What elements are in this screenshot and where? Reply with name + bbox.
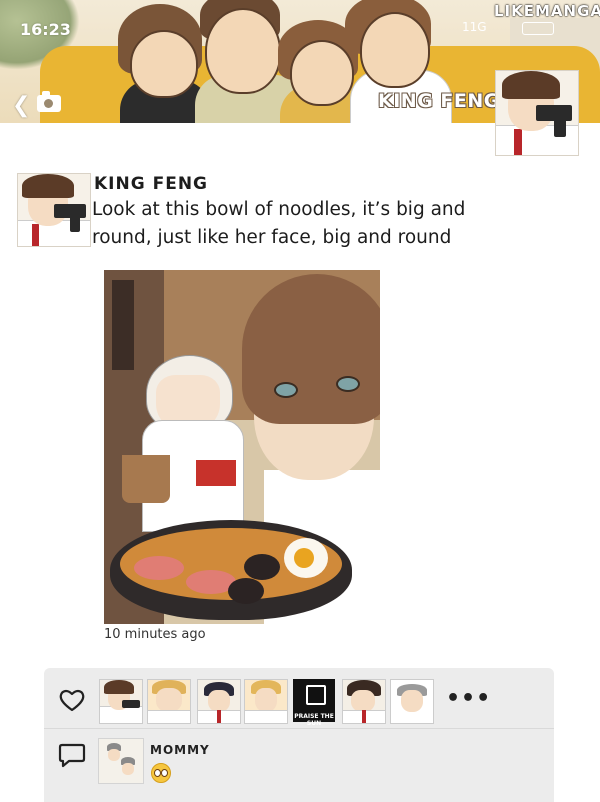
camera-icon[interactable] <box>37 91 61 112</box>
post-image[interactable] <box>104 270 380 624</box>
post-author-avatar[interactable] <box>17 173 91 247</box>
comment-author-name[interactable]: MOMMY <box>150 743 210 757</box>
like-avatar[interactable]: PRAISE THE SUN <box>293 679 335 727</box>
panel-divider <box>44 728 554 729</box>
like-avatar[interactable] <box>342 679 386 724</box>
post-timestamp: 10 minutes ago <box>104 627 206 642</box>
profile-name: KING FENG <box>378 90 500 112</box>
like-avatar[interactable] <box>390 679 434 724</box>
network-indicator: 11G <box>462 20 487 34</box>
like-avatar[interactable] <box>244 679 288 724</box>
flushed-face-emoji <box>151 763 171 783</box>
like-avatar[interactable] <box>99 679 143 724</box>
comment-author-avatar[interactable] <box>98 738 144 784</box>
praise-the-sun-label: PRAISE THE SUN <box>294 713 334 727</box>
battery-icon <box>522 22 554 35</box>
like-avatar[interactable] <box>197 679 241 724</box>
profile-avatar[interactable] <box>495 70 579 156</box>
status-time: 16:23 <box>20 20 71 39</box>
post-text: Look at this bowl of noodles, it’s big a… <box>92 199 466 248</box>
heart-icon[interactable] <box>58 688 86 712</box>
more-likes-button[interactable]: ••• <box>446 686 491 711</box>
like-avatar[interactable] <box>147 679 191 724</box>
comment-icon[interactable] <box>58 742 86 768</box>
watermark: LIKEMANGA.IO <box>494 2 600 20</box>
back-button[interactable]: ❮ <box>12 93 30 118</box>
post-author-name[interactable]: KING FENG <box>94 174 208 194</box>
